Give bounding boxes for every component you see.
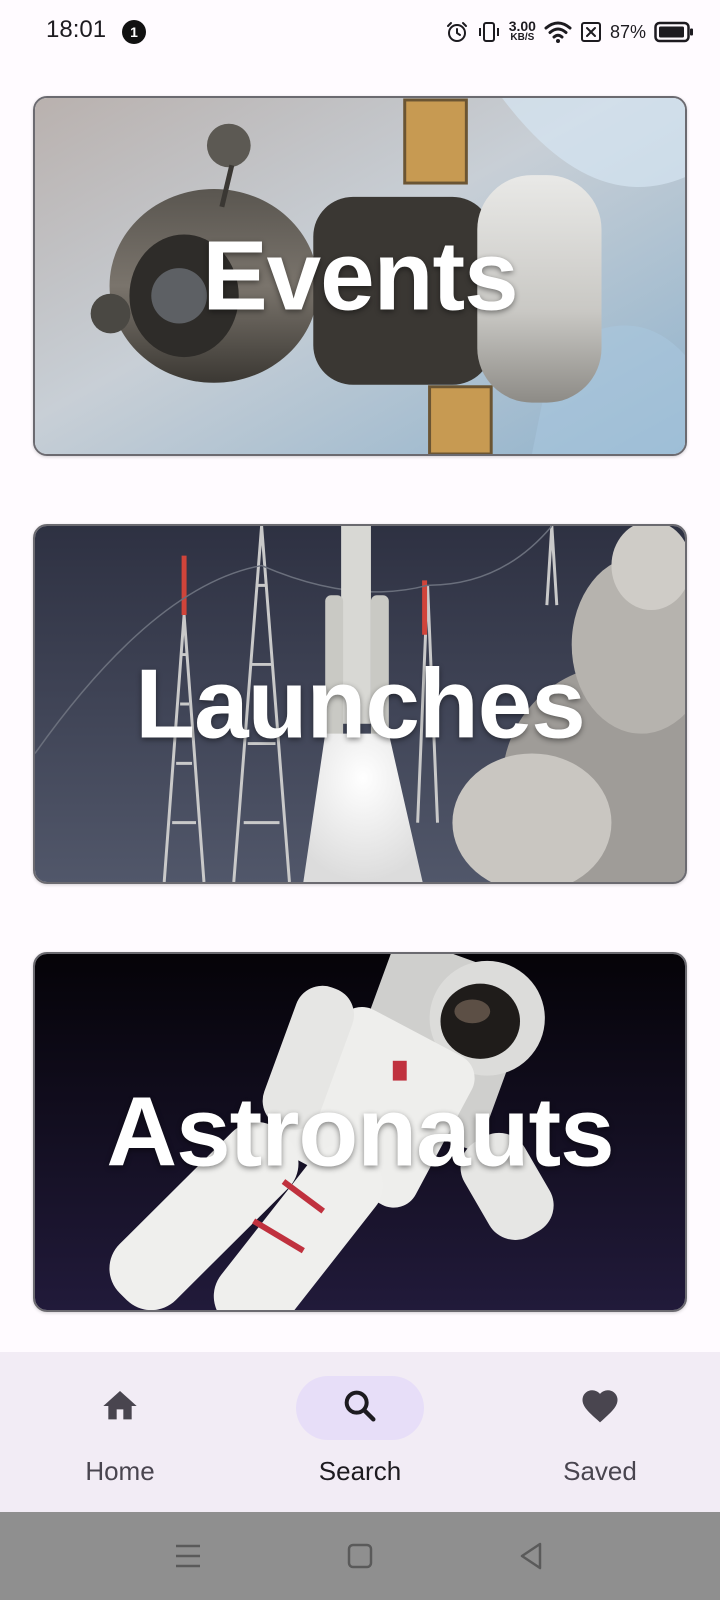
network-speed-unit: KB/S	[510, 32, 535, 43]
network-speed-value: 3.00	[508, 18, 536, 34]
system-navigation-bar	[0, 1512, 720, 1600]
card-events-title: Events	[202, 220, 518, 331]
card-launches-title: Launches	[135, 648, 585, 759]
nav-item-search[interactable]: Search	[240, 1352, 480, 1512]
nav-item-saved[interactable]: Saved	[480, 1352, 720, 1512]
status-bar: 18:01 1 3.00 KB/S 87%	[0, 0, 720, 64]
back-triangle-icon	[520, 1542, 542, 1570]
heart-icon	[579, 1385, 621, 1432]
vibrate-icon	[477, 20, 501, 44]
card-events[interactable]: Events	[33, 96, 687, 456]
no-sim-icon	[580, 21, 602, 43]
battery-percent: 87%	[609, 21, 646, 42]
battery-icon	[654, 21, 694, 43]
back-button[interactable]	[514, 1538, 550, 1574]
menu-icon	[176, 1544, 200, 1568]
recent-apps-button[interactable]	[170, 1538, 206, 1574]
search-icon	[340, 1386, 380, 1431]
square-icon	[347, 1543, 373, 1569]
card-astronauts[interactable]: Astronauts	[33, 952, 687, 1312]
nav-saved-label: Saved	[563, 1456, 637, 1486]
nav-search-label: Search	[318, 1456, 402, 1486]
notification-badge: 1	[122, 20, 146, 44]
wifi-icon	[544, 20, 572, 44]
status-time: 18:01	[46, 16, 107, 43]
nav-item-home[interactable]: Home	[0, 1352, 240, 1512]
home-system-button[interactable]	[342, 1538, 378, 1574]
network-speed: 3.00 KB/S	[508, 18, 536, 43]
bottom-navigation: Home Search Saved	[0, 1352, 720, 1512]
alarm-icon	[445, 20, 469, 44]
home-icon	[100, 1386, 140, 1431]
nav-home-indicator	[56, 1376, 184, 1440]
nav-saved-indicator	[536, 1376, 664, 1440]
card-launches[interactable]: Launches	[33, 524, 687, 884]
nav-search-indicator	[296, 1376, 424, 1440]
status-icons: 3.00 KB/S 87%	[445, 16, 694, 48]
card-astronauts-title: Astronauts	[106, 1076, 614, 1187]
nav-home-label: Home	[85, 1456, 155, 1486]
